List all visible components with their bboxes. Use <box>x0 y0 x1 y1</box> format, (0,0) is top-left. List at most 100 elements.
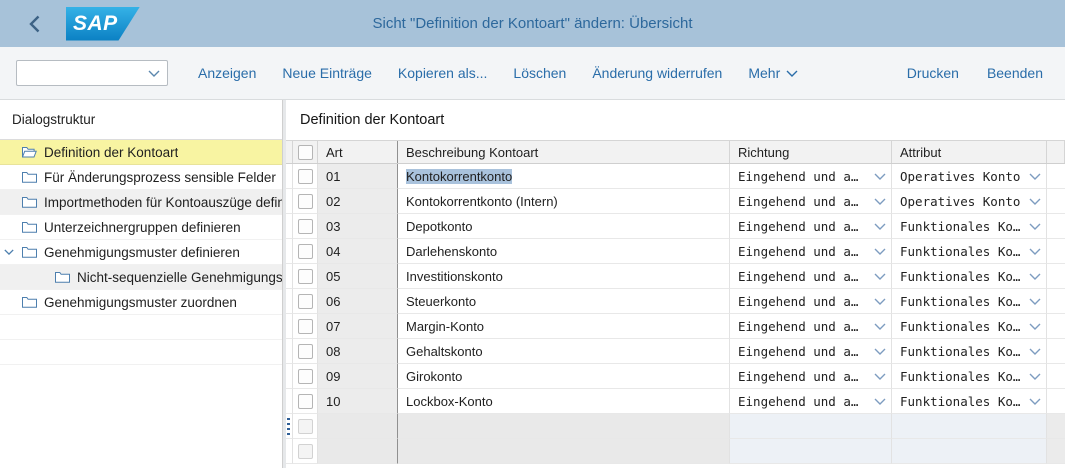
cell-richtung-dropdown[interactable]: Eingehend und a… <box>730 239 892 264</box>
cell-stub <box>1047 364 1065 389</box>
column-header-richtung[interactable]: Richtung <box>730 141 892 163</box>
cell-beschreibung[interactable]: Kontokorrentkonto (Intern) <box>398 189 730 214</box>
row-marker[interactable] <box>286 164 293 189</box>
chevron-down-icon <box>1029 173 1041 180</box>
column-header-attribut[interactable]: Attribut <box>892 141 1047 163</box>
row-checkbox[interactable] <box>298 369 313 384</box>
cell-beschreibung[interactable]: Investitionskonto <box>398 264 730 289</box>
cell-attribut-dropdown[interactable]: Funktionales Ko… <box>892 264 1047 289</box>
cell-attribut-dropdown[interactable]: Operatives Konto <box>892 164 1047 189</box>
row-marker[interactable] <box>286 189 293 214</box>
sidebar-item[interactable]: Nicht-sequenzielle Genehmigungsmuster <box>0 265 282 290</box>
cell-art: 09 <box>318 364 398 389</box>
cell-attribut-dropdown[interactable]: Funktionales Ko… <box>892 364 1047 389</box>
row-marker[interactable] <box>286 389 293 414</box>
cell-richtung-dropdown[interactable]: Eingehend und a… <box>730 264 892 289</box>
row-marker[interactable] <box>286 339 293 364</box>
row-checkbox[interactable] <box>298 319 313 334</box>
cell-attribut-dropdown[interactable]: Funktionales Ko… <box>892 239 1047 264</box>
row-marker[interactable] <box>286 239 293 264</box>
cell-attribut-dropdown[interactable] <box>892 414 1047 439</box>
row-checkbox[interactable] <box>298 419 313 434</box>
cell-beschreibung[interactable]: Girokonto <box>398 364 730 389</box>
cell-attribut-dropdown[interactable] <box>892 439 1047 464</box>
row-checkbox[interactable] <box>298 294 313 309</box>
cell-art: 03 <box>318 214 398 239</box>
row-checkbox[interactable] <box>298 344 313 359</box>
cell-attribut-dropdown[interactable]: Funktionales Ko… <box>892 314 1047 339</box>
cell-beschreibung[interactable]: Kontokorrentkonto <box>398 164 730 189</box>
select-all-checkbox[interactable] <box>298 145 313 160</box>
mehr-menu-button[interactable]: Mehr <box>748 65 798 81</box>
cell-beschreibung[interactable]: Gehaltskonto <box>398 339 730 364</box>
neue-eintraege-button[interactable]: Neue Einträge <box>282 65 372 81</box>
row-marker[interactable] <box>286 214 293 239</box>
sidebar-item[interactable]: Importmethoden für Kontoauszüge definier… <box>0 190 282 215</box>
main-panel: Definition der Kontoart Art Beschreibung… <box>286 100 1065 468</box>
sidebar-item[interactable]: Unterzeichnergruppen definieren <box>0 215 282 240</box>
anzeigen-button[interactable]: Anzeigen <box>198 65 256 81</box>
row-checkbox[interactable] <box>298 244 313 259</box>
sidebar-item-label: Genehmigungsmuster zuordnen <box>44 295 237 310</box>
row-checkbox-cell <box>293 339 318 364</box>
column-header-art[interactable]: Art <box>318 141 398 163</box>
sidebar-item[interactable]: Definition der Kontoart <box>0 140 282 165</box>
table-row: 04DarlehenskontoEingehend und a…Funktion… <box>286 239 1065 264</box>
tree-empty-row <box>0 340 282 365</box>
chevron-down-icon[interactable] <box>4 249 18 255</box>
cell-beschreibung[interactable] <box>398 414 730 439</box>
row-checkbox[interactable] <box>298 444 313 459</box>
column-header-beschreibung[interactable]: Beschreibung Kontoart <box>398 141 730 163</box>
cell-attribut-dropdown[interactable]: Funktionales Ko… <box>892 389 1047 414</box>
chevron-down-icon <box>1029 348 1041 355</box>
row-marker[interactable] <box>286 364 293 389</box>
cell-attribut-dropdown[interactable]: Funktionales Ko… <box>892 214 1047 239</box>
row-checkbox[interactable] <box>298 194 313 209</box>
row-checkbox[interactable] <box>298 394 313 409</box>
cell-richtung-dropdown[interactable] <box>730 414 892 439</box>
table-row: 08GehaltskontoEingehend und a…Funktional… <box>286 339 1065 364</box>
cell-art: 04 <box>318 239 398 264</box>
sidebar-item-label: Importmethoden für Kontoauszüge definier… <box>44 195 282 210</box>
sidebar-item[interactable]: Genehmigungsmuster definieren <box>0 240 282 265</box>
cell-beschreibung[interactable]: Depotkonto <box>398 214 730 239</box>
row-marker[interactable] <box>286 414 293 439</box>
loeschen-button[interactable]: Löschen <box>513 65 566 81</box>
row-marker[interactable] <box>286 439 293 464</box>
cell-richtung-dropdown[interactable]: Eingehend und a… <box>730 189 892 214</box>
cell-richtung-dropdown[interactable]: Eingehend und a… <box>730 289 892 314</box>
cell-richtung-dropdown[interactable]: Eingehend und a… <box>730 389 892 414</box>
row-marker[interactable] <box>286 314 293 339</box>
cell-attribut-dropdown[interactable]: Funktionales Ko… <box>892 339 1047 364</box>
application-toolbar: Anzeigen Neue Einträge Kopieren als... L… <box>0 47 1065 100</box>
sidebar-item[interactable]: Genehmigungsmuster zuordnen <box>0 290 282 315</box>
cell-richtung-dropdown[interactable]: Eingehend und a… <box>730 314 892 339</box>
kopieren-als-button[interactable]: Kopieren als... <box>398 65 488 81</box>
chevron-down-icon <box>874 273 886 280</box>
cell-beschreibung[interactable] <box>398 439 730 464</box>
row-marker[interactable] <box>286 289 293 314</box>
back-icon[interactable] <box>24 12 44 36</box>
cell-beschreibung[interactable]: Steuerkonto <box>398 289 730 314</box>
cell-beschreibung[interactable]: Margin-Konto <box>398 314 730 339</box>
row-checkbox[interactable] <box>298 269 313 284</box>
cell-richtung-dropdown[interactable]: Eingehend und a… <box>730 214 892 239</box>
cell-attribut-dropdown[interactable]: Funktionales Ko… <box>892 289 1047 314</box>
cell-beschreibung[interactable]: Darlehenskonto <box>398 239 730 264</box>
sidebar-item-label: Unterzeichnergruppen definieren <box>44 220 241 235</box>
beenden-button[interactable]: Beenden <box>987 65 1043 81</box>
cell-richtung-dropdown[interactable]: Eingehend und a… <box>730 364 892 389</box>
dialog-structure-title: Dialogstruktur <box>0 100 282 140</box>
cell-beschreibung[interactable]: Lockbox-Konto <box>398 389 730 414</box>
cell-richtung-dropdown[interactable]: Eingehend und a… <box>730 339 892 364</box>
sidebar-item[interactable]: Für Änderungsprozess sensible Felder <box>0 165 282 190</box>
command-combobox[interactable] <box>16 60 168 86</box>
aenderung-widerrufen-button[interactable]: Änderung widerrufen <box>592 65 722 81</box>
row-marker[interactable] <box>286 264 293 289</box>
drucken-button[interactable]: Drucken <box>907 65 959 81</box>
row-checkbox[interactable] <box>298 169 313 184</box>
row-checkbox[interactable] <box>298 219 313 234</box>
cell-richtung-dropdown[interactable] <box>730 439 892 464</box>
cell-attribut-dropdown[interactable]: Operatives Konto <box>892 189 1047 214</box>
cell-richtung-dropdown[interactable]: Eingehend und a… <box>730 164 892 189</box>
